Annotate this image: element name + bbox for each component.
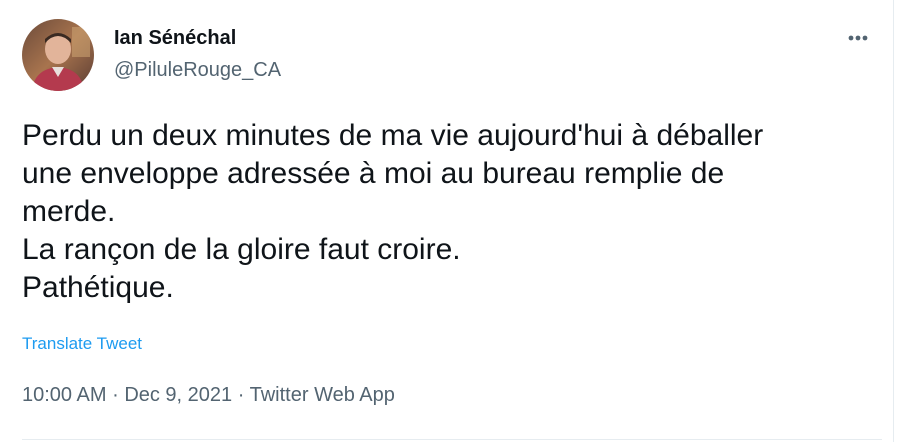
more-horizontal-icon [848, 35, 868, 41]
meta-separator: · [237, 384, 245, 406]
author-display-name[interactable]: Ian Sénéchal [114, 26, 236, 50]
tweet-source[interactable]: Twitter Web App [250, 384, 395, 406]
tweet-card: Ian Sénéchal @PiluleRouge_CA Perdu un de… [0, 0, 894, 442]
translate-tweet-link[interactable]: Translate Tweet [22, 333, 142, 355]
tweet-text: Perdu un deux minutes de ma vie aujourd'… [22, 119, 764, 304]
tweet-metadata: 10:00 AM · Dec 9, 2021 · Twitter Web App [22, 382, 395, 408]
meta-separator: · [112, 384, 119, 406]
author-handle[interactable]: @PiluleRouge_CA [114, 58, 281, 82]
avatar[interactable] [22, 19, 94, 91]
avatar-image [22, 19, 94, 91]
tweet-date[interactable]: Dec 9, 2021 [124, 384, 232, 406]
tweet-time[interactable]: 10:00 AM [22, 384, 107, 406]
more-options-button[interactable] [842, 28, 874, 48]
divider [22, 439, 882, 440]
